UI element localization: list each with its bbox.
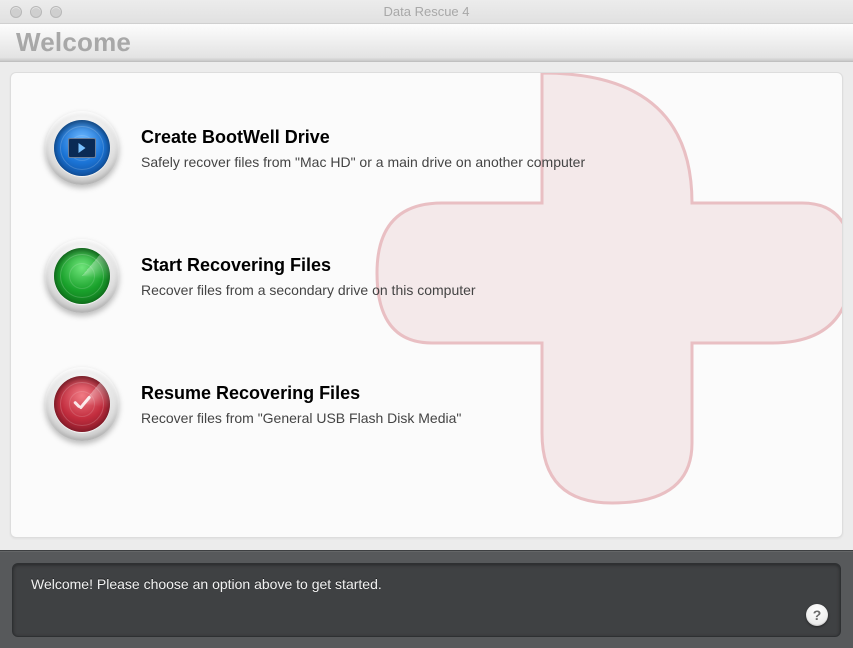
zoom-window-button[interactable] xyxy=(50,6,62,18)
options-list: Create BootWell Drive Safely recover fil… xyxy=(11,73,842,441)
welcome-banner: Welcome xyxy=(0,24,853,62)
window-controls xyxy=(0,6,62,18)
option-create-bootwell[interactable]: Create BootWell Drive Safely recover fil… xyxy=(45,111,812,185)
monitor-play-icon xyxy=(54,120,110,176)
option-subtitle: Recover files from "General USB Flash Di… xyxy=(141,410,461,426)
option-title: Create BootWell Drive xyxy=(141,127,585,148)
help-button[interactable]: ? xyxy=(806,604,828,626)
orb-icon-wrapper xyxy=(45,239,119,313)
window-title: Data Rescue 4 xyxy=(0,4,853,19)
footer-panel: Welcome! Please choose an option above t… xyxy=(12,563,841,637)
option-texts: Resume Recovering Files Recover files fr… xyxy=(141,383,461,426)
option-texts: Create BootWell Drive Safely recover fil… xyxy=(141,127,585,170)
help-icon: ? xyxy=(813,607,822,623)
option-title: Start Recovering Files xyxy=(141,255,476,276)
option-subtitle: Safely recover files from "Mac HD" or a … xyxy=(141,154,585,170)
main-area: Create BootWell Drive Safely recover fil… xyxy=(0,62,853,538)
radar-icon xyxy=(54,248,110,304)
titlebar: Data Rescue 4 xyxy=(0,0,853,24)
option-subtitle: Recover files from a secondary drive on … xyxy=(141,282,476,298)
option-resume-recovering[interactable]: Resume Recovering Files Recover files fr… xyxy=(45,367,812,441)
options-card: Create BootWell Drive Safely recover fil… xyxy=(10,72,843,538)
banner-title: Welcome xyxy=(16,27,131,58)
footer: Welcome! Please choose an option above t… xyxy=(0,550,853,648)
close-window-button[interactable] xyxy=(10,6,22,18)
option-title: Resume Recovering Files xyxy=(141,383,461,404)
radar-check-icon xyxy=(54,376,110,432)
orb-icon-wrapper xyxy=(45,111,119,185)
minimize-window-button[interactable] xyxy=(30,6,42,18)
orb-icon-wrapper xyxy=(45,367,119,441)
option-texts: Start Recovering Files Recover files fro… xyxy=(141,255,476,298)
footer-message: Welcome! Please choose an option above t… xyxy=(31,576,382,592)
option-start-recovering[interactable]: Start Recovering Files Recover files fro… xyxy=(45,239,812,313)
